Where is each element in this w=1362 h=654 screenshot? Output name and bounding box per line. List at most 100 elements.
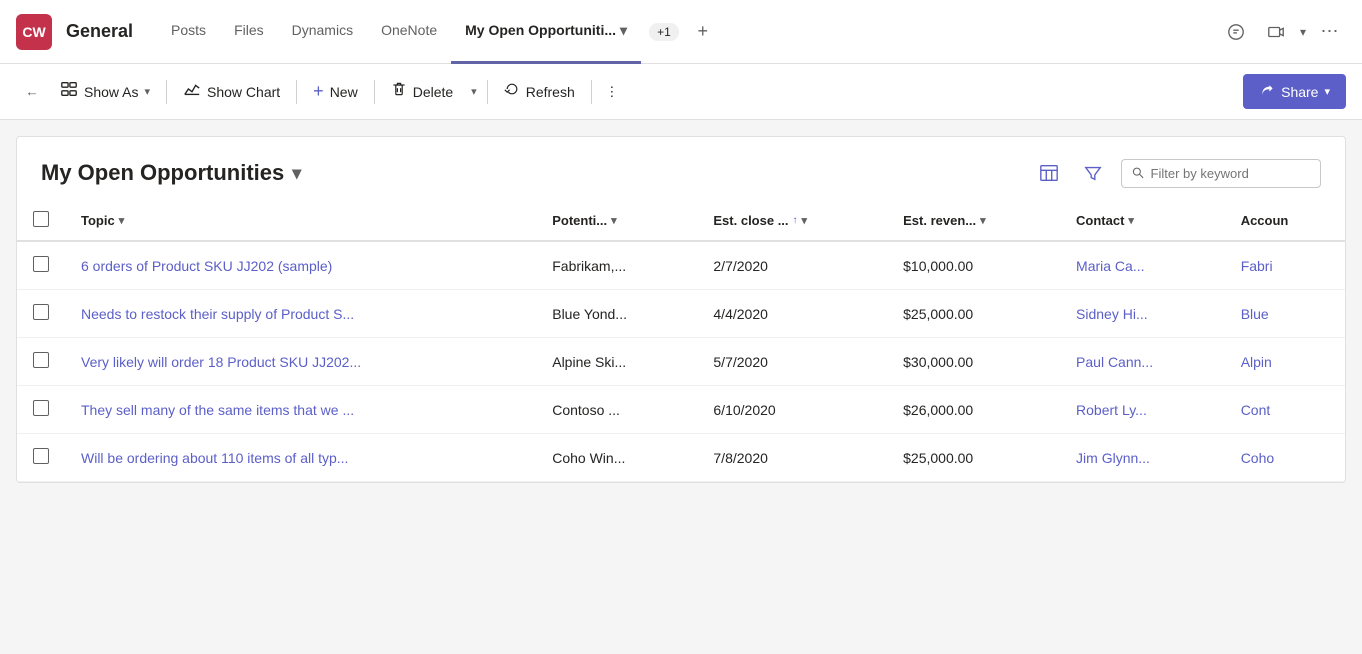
tab-more[interactable]: +1 (641, 23, 687, 41)
cell-contact[interactable]: Maria Ca... (1060, 241, 1225, 290)
top-nav: CW General Posts Files Dynamics OneNote … (0, 0, 1362, 64)
cell-account[interactable]: Coho (1225, 434, 1345, 482)
show-chart-icon (183, 80, 201, 103)
cell-est-revenue: $25,000.00 (887, 434, 1060, 482)
cell-contact[interactable]: Jim Glynn... (1060, 434, 1225, 482)
header-account[interactable]: Accoun (1225, 201, 1345, 241)
cell-est-close: 2/7/2020 (697, 241, 887, 290)
tab-posts[interactable]: Posts (157, 0, 220, 64)
row-checkbox[interactable] (33, 400, 49, 416)
row-checkbox[interactable] (33, 448, 49, 464)
cell-est-close: 6/10/2020 (697, 386, 887, 434)
cell-account[interactable]: Alpin (1225, 338, 1345, 386)
row-checkbox-cell[interactable] (17, 241, 65, 290)
refresh-button[interactable]: Refresh (492, 73, 587, 110)
account-link[interactable]: Fabri (1241, 258, 1273, 274)
divider-5 (591, 80, 592, 104)
row-checkbox-cell[interactable] (17, 338, 65, 386)
row-checkbox[interactable] (33, 304, 49, 320)
nav-right: ▾ ⋯ (1220, 16, 1346, 48)
cell-potential: Blue Yond... (536, 290, 697, 338)
new-button[interactable]: + New (301, 73, 370, 110)
row-checkbox-cell[interactable] (17, 434, 65, 482)
account-link[interactable]: Alpin (1241, 354, 1272, 370)
cell-potential: Contoso ... (536, 386, 697, 434)
contact-sort-icon: ▾ (1128, 214, 1134, 227)
cell-topic[interactable]: Very likely will order 18 Product SKU JJ… (65, 338, 536, 386)
show-as-button[interactable]: Show As ▾ (48, 72, 162, 111)
topic-sort-icon: ▾ (119, 214, 125, 227)
show-chart-button[interactable]: Show Chart (171, 72, 292, 111)
filter-icon-button[interactable] (1077, 157, 1109, 189)
cell-contact[interactable]: Robert Ly... (1060, 386, 1225, 434)
contact-link[interactable]: Jim Glynn... (1076, 450, 1150, 466)
cell-est-close: 7/8/2020 (697, 434, 887, 482)
tab-dropdown-icon: ▾ (620, 22, 627, 39)
contact-link[interactable]: Robert Ly... (1076, 402, 1147, 418)
cell-potential: Fabrikam,... (536, 241, 697, 290)
delete-chevron: ▾ (471, 85, 477, 98)
chat-icon-button[interactable] (1220, 16, 1252, 48)
row-checkbox[interactable] (33, 352, 49, 368)
refresh-icon (504, 81, 520, 102)
contact-link[interactable]: Maria Ca... (1076, 258, 1144, 274)
cell-topic[interactable]: They sell many of the same items that we… (65, 386, 536, 434)
topic-link[interactable]: Very likely will order 18 Product SKU JJ… (81, 354, 361, 370)
tab-onenote[interactable]: OneNote (367, 0, 451, 64)
row-checkbox[interactable] (33, 256, 49, 272)
cell-potential: Coho Win... (536, 434, 697, 482)
topic-link[interactable]: Will be ordering about 110 items of all … (81, 450, 348, 466)
cell-account[interactable]: Fabri (1225, 241, 1345, 290)
tab-files[interactable]: Files (220, 0, 278, 64)
cell-est-revenue: $26,000.00 (887, 386, 1060, 434)
cell-contact[interactable]: Sidney Hi... (1060, 290, 1225, 338)
cell-potential: Alpine Ski... (536, 338, 697, 386)
topic-link[interactable]: Needs to restock their supply of Product… (81, 306, 354, 322)
delete-dropdown-button[interactable]: ▾ (465, 77, 483, 106)
video-icon-button[interactable] (1260, 16, 1292, 48)
select-all-checkbox[interactable] (33, 211, 49, 227)
topic-link[interactable]: 6 orders of Product SKU JJ202 (sample) (81, 258, 332, 274)
cell-contact[interactable]: Paul Cann... (1060, 338, 1225, 386)
cell-est-revenue: $25,000.00 (887, 290, 1060, 338)
cell-topic[interactable]: 6 orders of Product SKU JJ202 (sample) (65, 241, 536, 290)
header-potential[interactable]: Potenti... ▾ (536, 201, 697, 241)
column-settings-icon-button[interactable] (1033, 157, 1065, 189)
cell-topic[interactable]: Will be ordering about 110 items of all … (65, 434, 536, 482)
header-est-close[interactable]: Est. close ... ↑ ▾ (697, 201, 887, 241)
tab-opportunities[interactable]: My Open Opportuniti... ▾ (451, 0, 641, 64)
row-checkbox-cell[interactable] (17, 290, 65, 338)
view-title-chevron[interactable]: ▾ (292, 163, 301, 184)
account-link[interactable]: Cont (1241, 402, 1271, 418)
cell-account[interactable]: Blue (1225, 290, 1345, 338)
table-row: Very likely will order 18 Product SKU JJ… (17, 338, 1345, 386)
table-header-row: Topic ▾ Potenti... ▾ Est. close ... (17, 201, 1345, 241)
header-est-revenue[interactable]: Est. reven... ▾ (887, 201, 1060, 241)
share-chevron: ▾ (1324, 85, 1330, 98)
tab-dynamics[interactable]: Dynamics (278, 0, 367, 64)
contact-link[interactable]: Sidney Hi... (1076, 306, 1148, 322)
cell-topic[interactable]: Needs to restock their supply of Product… (65, 290, 536, 338)
filter-search[interactable] (1121, 159, 1321, 188)
video-chevron[interactable]: ▾ (1300, 25, 1306, 39)
view-header: My Open Opportunities ▾ (17, 137, 1345, 201)
more-commands-button[interactable]: ⋮ (596, 76, 628, 108)
header-topic[interactable]: Topic ▾ (65, 201, 536, 241)
add-tab-button[interactable]: + (687, 16, 719, 48)
filter-keyword-input[interactable] (1151, 166, 1310, 181)
delete-button[interactable]: Delete (379, 73, 465, 110)
contact-link[interactable]: Paul Cann... (1076, 354, 1153, 370)
table-container[interactable]: Topic ▾ Potenti... ▾ Est. close ... (17, 201, 1345, 482)
more-options-button[interactable]: ⋯ (1314, 16, 1346, 48)
account-link[interactable]: Blue (1241, 306, 1269, 322)
cell-account[interactable]: Cont (1225, 386, 1345, 434)
avatar: CW (16, 14, 52, 50)
header-contact[interactable]: Contact ▾ (1060, 201, 1225, 241)
back-button[interactable]: ← (16, 76, 48, 108)
header-select-all[interactable] (17, 201, 65, 241)
topic-link[interactable]: They sell many of the same items that we… (81, 402, 354, 418)
row-checkbox-cell[interactable] (17, 386, 65, 434)
account-link[interactable]: Coho (1241, 450, 1274, 466)
share-button[interactable]: Share ▾ (1243, 74, 1346, 109)
table-row: Needs to restock their supply of Product… (17, 290, 1345, 338)
